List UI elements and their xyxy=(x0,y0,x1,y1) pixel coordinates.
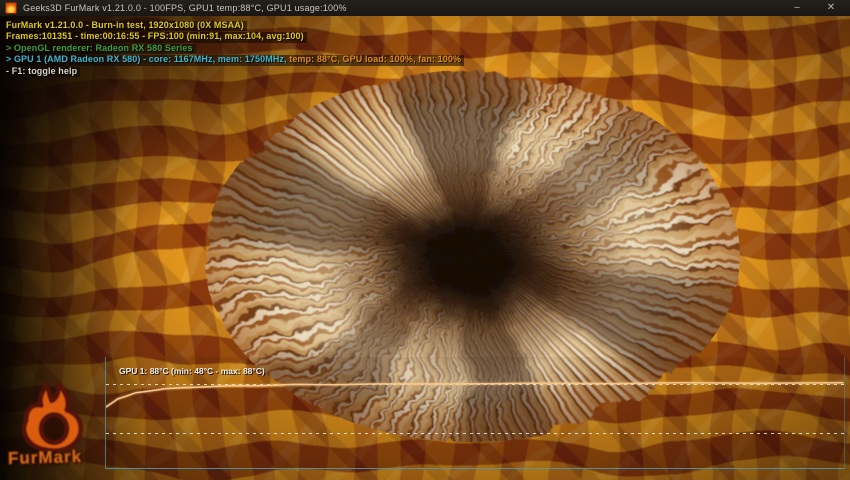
app-flame-icon[interactable] xyxy=(5,2,17,14)
window-controls: – ✕ xyxy=(780,0,850,16)
window-title: Geeks3D FurMark v1.21.0.0 - 100FPS, GPU1… xyxy=(23,3,347,13)
gpu-temp-curve xyxy=(106,383,843,407)
gpu-temp-label: GPU 1: 88°C (min: 48°C - max: 88°C) xyxy=(119,366,265,376)
osd-renderer-line: > OpenGL renderer: Radeon RX 580 Series xyxy=(4,44,196,54)
flame-icon xyxy=(4,382,104,452)
osd-gpu-clocks: > GPU 1 (AMD Radeon RX 580) - core: 1167… xyxy=(6,54,289,64)
osd-gpu-temp-load: temp: 88°C, GPU load: 100%, fan: 100% xyxy=(289,54,461,64)
furmark-logo: FurMark xyxy=(4,382,114,480)
close-button[interactable]: ✕ xyxy=(814,0,848,16)
furmark-window: FurMark v1.21.0.0 - Burn-in test, 1920x1… xyxy=(0,0,850,480)
furmark-logo-text: FurMark xyxy=(8,447,83,469)
osd-benchmark-line: FurMark v1.21.0.0 - Burn-in test, 1920x1… xyxy=(4,21,247,31)
osd-frames-line: Frames:101351 - time:00:16:55 - FPS:100 … xyxy=(4,32,307,42)
window-titlebar: Geeks3D FurMark v1.21.0.0 - 100FPS, GPU1… xyxy=(0,0,850,16)
osd-info-block: FurMark v1.21.0.0 - Burn-in test, 1920x1… xyxy=(4,21,464,78)
osd-gpu-line: > GPU 1 (AMD Radeon RX 580) - core: 1167… xyxy=(4,55,464,65)
render-viewport: FurMark v1.21.0.0 - Burn-in test, 1920x1… xyxy=(0,16,850,480)
gpu-temperature-graph: GPU 1: 88°C (min: 48°C - max: 88°C) xyxy=(105,357,845,469)
osd-help-hint: - F1: toggle help xyxy=(4,67,80,77)
minimize-button[interactable]: – xyxy=(780,0,814,16)
